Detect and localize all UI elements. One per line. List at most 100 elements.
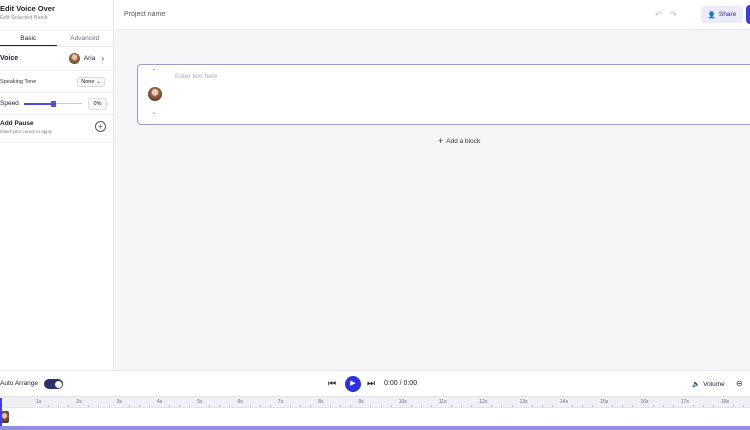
timeline-tick-mark xyxy=(148,405,150,407)
timeline-tick-mark xyxy=(471,405,473,407)
voice-block[interactable]: ⌃ ⌄ Enter text here xyxy=(137,64,750,125)
speaking-tone-select[interactable]: None ⌄ xyxy=(77,76,105,87)
voice-row[interactable]: Voice Aria › xyxy=(0,47,113,71)
player-bar: Auto Arrange ⏮ ▶ ⏭ 0:00 / 0:00 🔈 Volume … xyxy=(0,370,750,396)
tab-advanced[interactable]: Advanced xyxy=(57,31,114,46)
timeline-tick-mark xyxy=(249,405,251,407)
zoom-out-icon[interactable]: ⊖ xyxy=(736,379,743,388)
timeline-tick-label: 15s xyxy=(600,399,609,405)
timeline-tick-mark xyxy=(672,405,674,407)
timeline-tick-mark xyxy=(370,405,372,407)
timeline-tick-label: 5s xyxy=(197,399,203,405)
speed-value-field[interactable]: 0% xyxy=(88,97,107,110)
panel-title: Edit Voice Over xyxy=(0,4,55,13)
timeline-tick-mark xyxy=(128,405,130,407)
timeline-tick-label: 18s xyxy=(721,399,730,405)
add-pause-text: Add Pause Insert your cursor to apply xyxy=(0,120,95,134)
tab-basic[interactable]: Basic xyxy=(0,31,57,46)
volume-button[interactable]: 🔈 Volume xyxy=(692,380,725,389)
timeline-tick-mark xyxy=(491,405,493,407)
share-button[interactable]: 👤 Share xyxy=(701,6,743,23)
redo-icon[interactable]: ↷ xyxy=(670,10,677,19)
timeline-tick-label: 8s xyxy=(318,399,324,405)
timeline-ruler[interactable]: 1s 2s 3s 4s 5s 6s 7s 8s 9s 10s 11s 12s 13s 14s 15s 16s 1… xyxy=(0,396,750,408)
voice-name: Aria xyxy=(83,55,96,62)
timeline-tick-mark xyxy=(299,405,301,407)
speaking-tone-label: Speaking Tone xyxy=(0,78,37,85)
timeline-tick-mark xyxy=(380,405,382,407)
timeline-tick-mark xyxy=(541,405,543,407)
timeline-track[interactable] xyxy=(0,408,750,426)
add-block-label: Add a block xyxy=(446,137,481,145)
plus-icon: + xyxy=(438,136,444,146)
speed-slider[interactable] xyxy=(24,99,82,109)
timeline-tick-mark xyxy=(108,405,110,407)
timeline-tick-label: 7s xyxy=(277,399,284,405)
timeline-tick-mark xyxy=(662,405,664,407)
timeline-tick-mark xyxy=(713,405,715,407)
panel-subtitle: Edit Selected Block xyxy=(0,15,48,21)
timeline-tick-mark xyxy=(733,405,735,407)
timeline-tick-mark xyxy=(622,405,624,407)
timeline-tick-mark xyxy=(501,405,503,407)
timeline-tick-mark xyxy=(430,405,432,407)
timeline-tick-mark xyxy=(48,405,50,407)
timeline-tick-mark xyxy=(88,405,90,407)
voice-label: Voice xyxy=(0,55,19,62)
block-text-input[interactable]: Enter text here xyxy=(175,73,218,80)
add-block-button[interactable]: + Add a block xyxy=(438,136,480,146)
timeline-tick-mark xyxy=(702,405,704,407)
slider-thumb[interactable] xyxy=(50,100,56,107)
chevron-right-icon[interactable]: › xyxy=(101,54,104,63)
play-button[interactable]: ▶ xyxy=(345,376,361,392)
add-pause-button[interactable]: + xyxy=(95,121,106,132)
volume-label: Volume xyxy=(703,380,725,388)
add-pause-label: Add Pause xyxy=(0,120,34,127)
timeline-tick-label: 6s xyxy=(237,399,243,405)
timeline-tick-mark xyxy=(58,405,60,407)
timeline-tick-mark xyxy=(259,405,261,407)
timeline-tick-label: 9s xyxy=(358,399,364,405)
timeline-tick-mark xyxy=(269,405,271,407)
timeline-tick-mark xyxy=(420,405,422,407)
add-pause-hint: Insert your cursor to apply xyxy=(0,129,53,134)
timeline-tick-mark xyxy=(179,405,181,407)
playback-time: 0:00 / 0:00 xyxy=(384,380,418,387)
timeline-tick-mark xyxy=(531,405,533,407)
project-name[interactable]: Project name xyxy=(124,11,165,18)
speaking-tone-value: None xyxy=(81,78,95,85)
voice-avatar xyxy=(68,53,80,64)
auto-arrange-toggle[interactable] xyxy=(44,379,63,389)
block-voice-avatar[interactable] xyxy=(148,87,162,101)
undo-icon[interactable]: ↶ xyxy=(655,10,662,19)
timeline-tick-mark xyxy=(350,405,352,407)
timeline-tick-mark xyxy=(340,405,342,407)
top-bar: Project name ↶ ↷ 👤 Share xyxy=(114,0,750,30)
timeline-tick-label: 4s xyxy=(156,399,163,405)
timeline-tick-label: 2s xyxy=(76,399,82,405)
timeline-tick-mark xyxy=(551,405,553,407)
timeline-scrollbar[interactable] xyxy=(0,426,750,430)
editor-canvas: ⌃ ⌄ Enter text here + Add a block xyxy=(114,30,750,370)
timeline-tick-mark xyxy=(98,405,100,407)
primary-action-button[interactable] xyxy=(746,5,750,24)
panel-header: Edit Voice Over Edit Selected Block xyxy=(0,0,113,30)
timeline-tick-mark xyxy=(189,405,191,407)
speaking-tone-row: Speaking Tone None ⌄ xyxy=(0,71,113,93)
timeline-tick-label: 1s xyxy=(36,399,42,405)
timeline-tick-label: 14s xyxy=(559,399,568,405)
timeline-tick-mark xyxy=(209,405,211,407)
timeline-tick-mark xyxy=(310,405,312,407)
skip-forward-icon[interactable]: ⏭ xyxy=(367,378,375,389)
timeline-tick-mark xyxy=(571,405,573,407)
speed-label: Speed xyxy=(0,100,19,107)
chevron-down-icon[interactable]: ⌄ xyxy=(151,108,157,116)
skip-back-icon[interactable]: ⏮ xyxy=(328,378,336,389)
share-label: Share xyxy=(718,11,737,18)
timeline-tick-mark xyxy=(68,405,70,407)
playhead[interactable] xyxy=(0,398,2,426)
timeline-tick-mark xyxy=(451,405,453,407)
chevron-up-icon[interactable]: ⌃ xyxy=(151,68,157,76)
timeline-tick-label: 16s xyxy=(640,399,649,405)
edit-voice-panel: Edit Voice Over Edit Selected Block Basi… xyxy=(0,0,114,370)
